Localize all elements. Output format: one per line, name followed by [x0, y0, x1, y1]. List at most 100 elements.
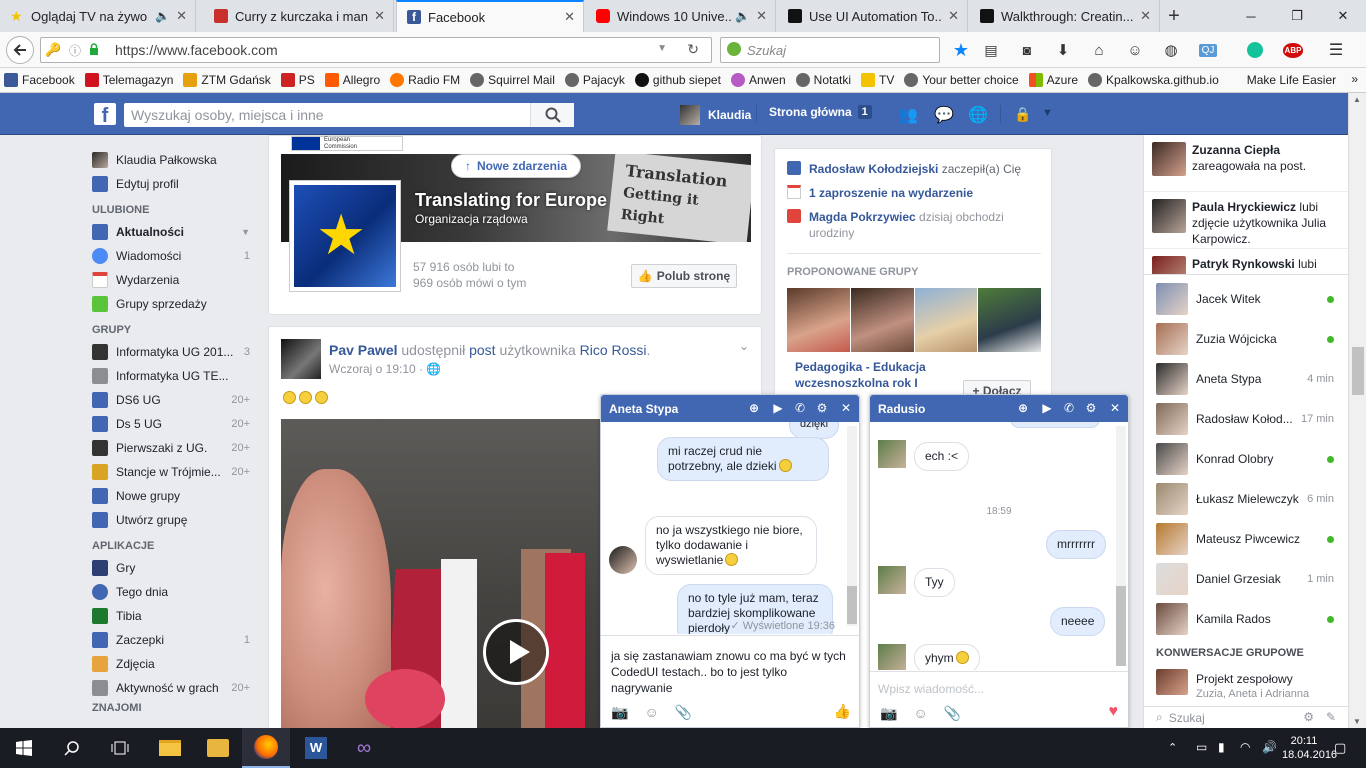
menu-icon[interactable]: ☰ [1324, 36, 1348, 64]
extension-icon[interactable]: QJ [1194, 36, 1222, 64]
left-nav-profile[interactable]: Klaudia Pałkowska [92, 148, 258, 172]
left-nav-news-feed[interactable]: Aktualności ▼ [92, 220, 258, 244]
chat-message-input[interactable]: Wpisz wiadomość... [870, 671, 1128, 699]
bookmark-radio-fm[interactable]: Radio FM [390, 73, 460, 87]
bookmark-tv[interactable]: TV [861, 73, 894, 87]
account-menu-arrow-icon[interactable]: ▼ [1042, 107, 1053, 119]
network-icon[interactable]: ▭ [1196, 740, 1207, 754]
like-page-button[interactable]: 👍 Polub stronę [631, 264, 737, 288]
key-icon[interactable]: 🔑 [45, 42, 61, 58]
close-tab-icon[interactable]: ✕ [1140, 8, 1151, 24]
close-tab-icon[interactable]: ✕ [564, 9, 575, 25]
home-icon[interactable]: ⌂ [1088, 36, 1110, 64]
bookmark-facebook[interactable]: Facebook [4, 73, 75, 87]
play-button[interactable] [483, 619, 549, 685]
left-nav-create-group[interactable]: Utwórz grupę [92, 508, 258, 532]
notifications-globe-icon[interactable]: 🌐 [968, 105, 992, 125]
firefox-taskbar-button[interactable] [242, 728, 290, 768]
left-nav-app[interactable]: Tibia [92, 604, 258, 628]
speaker-icon[interactable]: 🔈 [155, 9, 170, 23]
close-tab-icon[interactable]: ✕ [176, 8, 187, 24]
post-options-arrow-icon[interactable]: ⌄ [739, 339, 749, 353]
word-taskbar-button[interactable]: W [292, 728, 340, 768]
action-center-icon[interactable]: ▢ [1334, 740, 1346, 756]
browser-tab-active[interactable]: f Facebook ✕ [396, 0, 584, 32]
chat-friend-item[interactable]: Konrad Olobry [1144, 439, 1348, 479]
messages-icon[interactable]: 💬 [934, 105, 958, 125]
search-taskbar-button[interactable] [48, 728, 96, 768]
url-bar[interactable]: 🔑 ⓘ https://www.facebook.com ▼ ↻ [40, 37, 712, 63]
chat-friend-item[interactable]: Radosław Kołod... 17 min [1144, 399, 1348, 439]
notification-birthday[interactable]: Magda Pokrzywiec dzisiaj obchodzi urodzi… [787, 209, 1027, 241]
left-nav-group[interactable]: Informatyka UG 201... 3 [92, 340, 258, 364]
clock[interactable]: 20:11 18.04.2016 [1282, 734, 1337, 762]
smiley-icon[interactable]: ☺ [1124, 36, 1146, 64]
group-conversation-item[interactable]: Projekt zespołowy Zuzia, Aneta i Adrianna [1144, 669, 1348, 701]
speaker-icon[interactable]: 🔈 [735, 9, 750, 23]
gear-icon[interactable]: ⚙ [815, 401, 829, 415]
left-nav-group[interactable]: Pierwszaki z UG. 20+ [92, 436, 258, 460]
add-friend-icon[interactable]: ⊕ [1016, 401, 1030, 415]
original-author-link[interactable]: Rico Rossi [580, 342, 647, 358]
gear-icon[interactable]: ⚙ [1084, 401, 1098, 415]
show-hidden-icons-icon[interactable]: ⌃ [1168, 741, 1177, 754]
video-call-icon[interactable]: ▶ [771, 401, 785, 415]
left-nav-app[interactable]: Aktywność w grach 20+ [92, 676, 258, 700]
left-nav-app[interactable]: Zaczepki 1 [92, 628, 258, 652]
volume-icon[interactable]: 🔊 [1262, 740, 1277, 754]
close-tab-icon[interactable]: ✕ [374, 8, 385, 24]
wifi-icon[interactable]: ◠ [1240, 740, 1250, 754]
close-window-button[interactable]: ✕ [1320, 0, 1366, 32]
suggested-group-photos[interactable] [787, 288, 1041, 352]
attachment-icon[interactable]: 📎 [675, 704, 692, 721]
dropdown-arrow-icon[interactable]: ▼ [657, 43, 667, 54]
chat-scrollbar[interactable] [847, 426, 857, 626]
browser-tab[interactable]: Walkthrough: Creatin... ✕ [970, 0, 1160, 32]
thumbs-up-icon[interactable]: 👍 [834, 703, 851, 720]
left-nav-events[interactable]: Wydarzenia [92, 268, 258, 292]
phone-icon[interactable]: ✆ [1062, 401, 1076, 415]
left-nav-group[interactable]: Informatyka UG TE... [92, 364, 258, 388]
more-bookmarks-icon[interactable]: » [1351, 72, 1358, 86]
search-engine-icon[interactable] [727, 42, 741, 56]
left-nav-group[interactable]: Stancje w Trójmie... 20+ [92, 460, 258, 484]
gear-icon[interactable]: ⚙ [1303, 710, 1314, 724]
battery-icon[interactable]: ▮ [1218, 740, 1225, 754]
adblock-icon[interactable]: ABP [1280, 36, 1306, 64]
chat-friend-item[interactable]: Jacek Witek [1144, 279, 1348, 319]
chat-scrollbar[interactable] [1116, 426, 1126, 666]
chat-friend-item[interactable]: Daniel Grzesiak 1 min [1144, 559, 1348, 599]
scroll-down-icon[interactable]: ▼ [1353, 717, 1361, 726]
reload-icon[interactable]: ↻ [687, 41, 699, 58]
page-profile-picture[interactable]: ★ [289, 180, 401, 292]
files-app-button[interactable] [194, 728, 242, 768]
left-nav-new-groups[interactable]: Nowe grupy [92, 484, 258, 508]
left-nav-app[interactable]: Zdjęcia [92, 652, 258, 676]
emoji-icon[interactable]: ☺ [644, 704, 658, 720]
add-friend-icon[interactable]: ⊕ [747, 401, 761, 415]
attachment-icon[interactable]: 📎 [944, 705, 961, 722]
chat-friend-item[interactable]: Zuzia Wójcicka [1144, 319, 1348, 359]
page-name[interactable]: Translating for Europe [415, 190, 607, 211]
bookmark-ztm[interactable]: ZTM Gdańsk [183, 73, 271, 87]
post-author-link[interactable]: Pav Pawel [329, 342, 398, 358]
reading-list-icon[interactable]: ▤ [980, 36, 1002, 64]
minimize-button[interactable]: ─ [1228, 0, 1274, 32]
close-chat-icon[interactable]: ✕ [839, 401, 853, 415]
options-arrow-icon[interactable]: ▼ [241, 227, 250, 237]
facebook-logo-icon[interactable]: f [94, 103, 116, 125]
chat-friend-item[interactable]: Mateusz Piwcewicz [1144, 519, 1348, 559]
close-chat-icon[interactable]: ✕ [1108, 401, 1122, 415]
left-nav-group[interactable]: Ds 5 UG 20+ [92, 412, 258, 436]
left-nav-app[interactable]: Tego dnia [92, 580, 258, 604]
bookmark-kpalkowska[interactable]: Kpalkowska.github.io [1088, 73, 1219, 87]
new-stories-button[interactable]: ↑ Nowe zdarzenia [451, 154, 581, 178]
friend-requests-icon[interactable]: 👥 [898, 105, 922, 125]
download-icon[interactable]: ⬇ [1052, 36, 1074, 64]
close-tab-icon[interactable]: ✕ [948, 8, 959, 24]
scroll-up-icon[interactable]: ▲ [1353, 95, 1361, 104]
browser-tab[interactable]: Curry z kurczaka i man... ✕ [204, 0, 394, 32]
ticker-item[interactable]: Zuzanna Ciepła zareagowała na post. [1144, 135, 1348, 192]
close-tab-icon[interactable]: ✕ [756, 8, 767, 24]
chat-friend-item[interactable]: Kamila Rados [1144, 599, 1348, 639]
